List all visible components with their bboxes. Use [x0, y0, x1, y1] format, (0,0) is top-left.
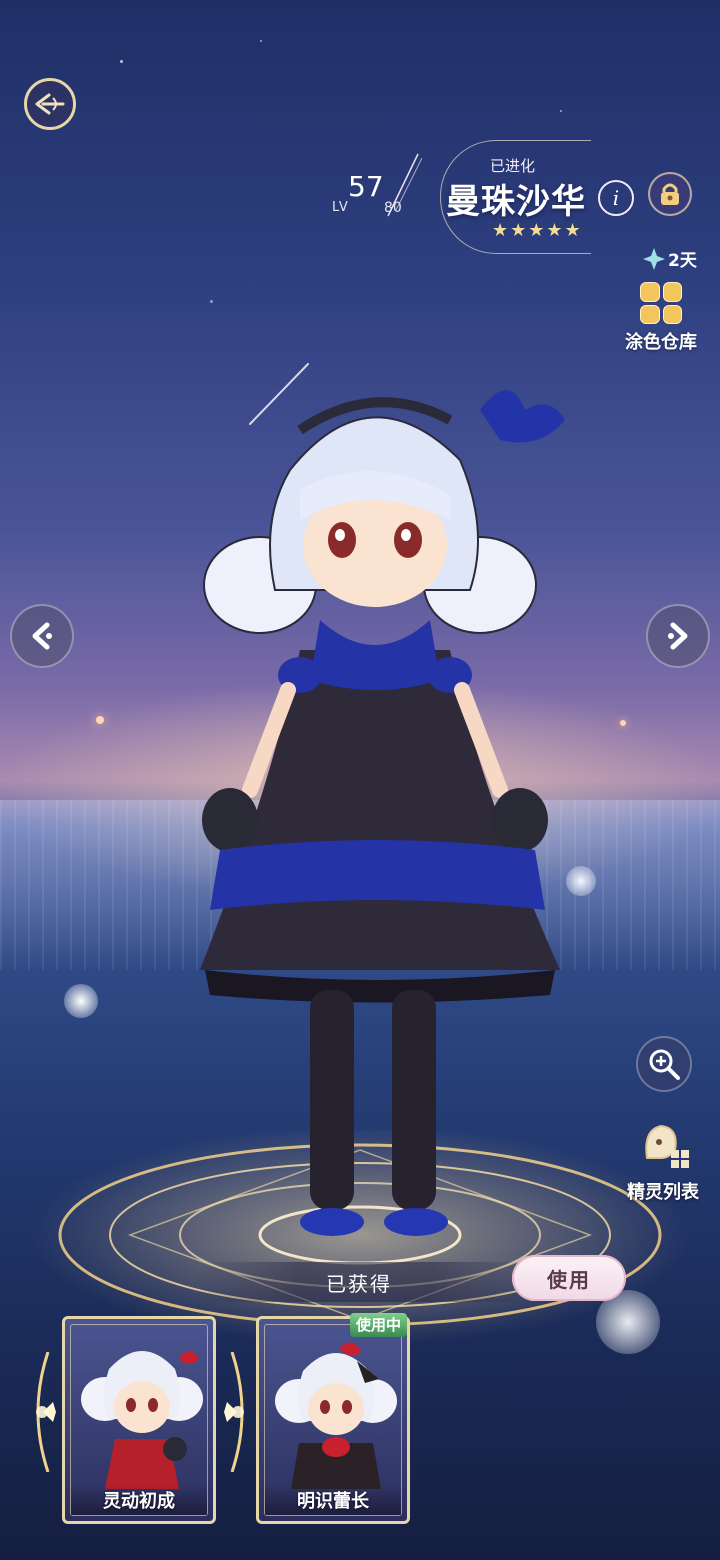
back-arrow-icon [35, 93, 65, 115]
info-icon: i [612, 186, 620, 210]
chevron-left-icon [32, 622, 52, 650]
outfit-name: 明识蕾长 [297, 1491, 369, 1512]
lock-icon [661, 183, 679, 205]
glow-orb [64, 984, 98, 1018]
pet-name: 曼珠沙华 [446, 182, 586, 222]
level-value: 57 [348, 170, 384, 203]
obtained-status: 已获得 [326, 1272, 392, 1296]
chevron-right-icon [668, 622, 688, 650]
evolved-label: 已进化 [490, 157, 536, 175]
palette-grid-icon [640, 282, 682, 324]
outfit-name: 灵动初成 [103, 1491, 175, 1512]
use-button[interactable]: 使用 [512, 1255, 626, 1301]
spirit-list-icon [645, 1124, 689, 1168]
outfit-card[interactable]: 明识蕾长 [256, 1316, 410, 1524]
timer-text: 2天 [668, 251, 697, 271]
prev-button[interactable] [10, 604, 74, 668]
timer-badge: 2天 [642, 246, 697, 271]
left-ornament [36, 1352, 56, 1472]
outfit-thumbnail [81, 1351, 203, 1489]
character-model [200, 390, 565, 1236]
bg-star [620, 720, 626, 726]
paint-warehouse-label: 涂色仓库 [625, 332, 697, 353]
bg-star [120, 60, 123, 63]
diamond-icon [643, 247, 665, 270]
level-max: 80 [384, 200, 402, 216]
outfit-card[interactable]: 灵动初成 [62, 1316, 216, 1524]
bg-star [96, 716, 104, 724]
bg-star [210, 300, 213, 303]
spirit-list-button[interactable]: 精灵列表 [612, 1118, 714, 1204]
outfit-thumbnail [275, 1342, 397, 1489]
star-rating: ★★★★★ [492, 220, 583, 241]
zoom-button[interactable] [636, 1036, 692, 1092]
lock-button[interactable] [648, 172, 692, 216]
back-button[interactable] [24, 78, 76, 130]
info-button[interactable]: i [598, 180, 634, 216]
middle-ornament [224, 1352, 244, 1472]
next-button[interactable] [646, 604, 710, 668]
in-use-badge: 使用中 [350, 1313, 408, 1337]
paint-warehouse-button[interactable]: 涂色仓库 [616, 282, 706, 354]
level-display: 57 LV 80 [332, 153, 432, 228]
magnifier-icon [649, 1049, 680, 1080]
bg-star [560, 110, 562, 112]
bg-star [260, 40, 262, 42]
level-label: LV [332, 200, 349, 215]
spirit-list-label: 精灵列表 [627, 1182, 699, 1203]
